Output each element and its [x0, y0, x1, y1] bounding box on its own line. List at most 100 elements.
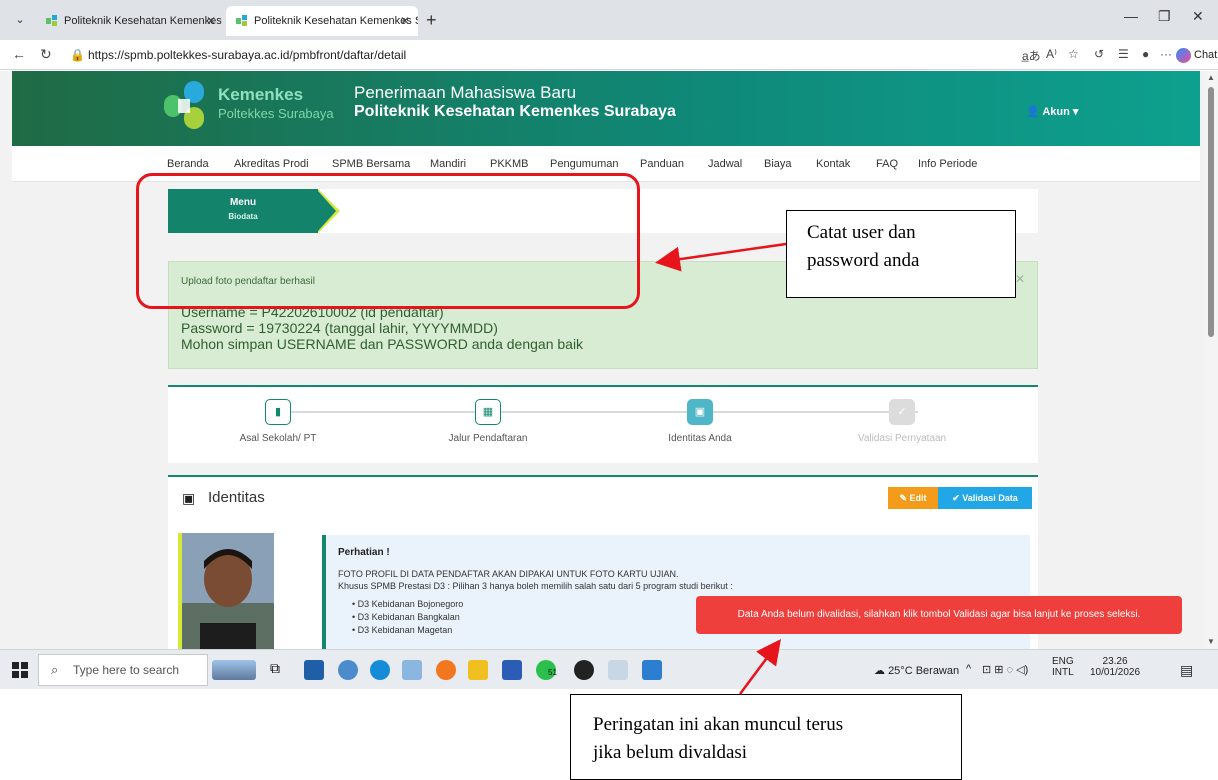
- step-asal-sekolah[interactable]: ▮ Asal Sekolah/ PT: [188, 399, 368, 444]
- callout-line: Peringatan ini akan muncul terus: [593, 714, 844, 735]
- windows-taskbar: ⌕ Type here to search ⧉ 51 ☁ 25°C Berawa…: [0, 649, 1218, 689]
- nav-item-jadwal[interactable]: Jadwal: [708, 158, 742, 170]
- widgets-icon[interactable]: [304, 660, 324, 680]
- callout-line: Catat user dan: [807, 222, 916, 243]
- favorites-bar-icon[interactable]: ☰: [1118, 47, 1129, 61]
- notice-line-2: Khusus SPMB Prestasi D3 : Pilihan 3 hany…: [338, 581, 733, 591]
- step-label: Validasi Pernyataan: [857, 433, 947, 444]
- maximize-icon[interactable]: ❐: [1158, 8, 1171, 25]
- refresh-icon[interactable]: ↻: [40, 46, 52, 63]
- obs-icon[interactable]: [574, 660, 594, 680]
- new-tab-icon[interactable]: +: [426, 10, 437, 31]
- page-scrollbar[interactable]: ▲ ▼: [1204, 71, 1218, 649]
- word-icon[interactable]: [502, 660, 522, 680]
- window-close-icon[interactable]: ✕: [1192, 8, 1204, 25]
- minimize-icon[interactable]: —: [1124, 8, 1138, 24]
- card-title-text: Identitas: [208, 489, 265, 506]
- windows-start-icon[interactable]: [12, 662, 28, 678]
- id-card-icon: ▣: [687, 399, 713, 425]
- cloud-icon: ☁: [874, 665, 885, 677]
- weather-widget[interactable]: ☁ 25°C Berawan: [874, 664, 959, 677]
- tab-close-icon[interactable]: ✕: [206, 6, 216, 36]
- list-item: • D3 Kebidanan Magetan: [352, 625, 453, 635]
- step-label: Jalur Pendaftaran: [448, 433, 528, 444]
- more-options-icon[interactable]: ···: [1160, 47, 1172, 61]
- tab-close-icon[interactable]: ✕: [400, 6, 410, 36]
- account-dropdown[interactable]: 👤 Akun ▾: [1026, 105, 1078, 118]
- nav-item-faq[interactable]: FAQ: [876, 158, 898, 170]
- user-icon: 👤: [1026, 106, 1040, 118]
- step-identitas[interactable]: ▣ Identitas Anda: [610, 399, 790, 444]
- check-icon: ✓: [889, 399, 915, 425]
- language-indicator[interactable]: ENG INTL: [1052, 656, 1074, 678]
- nav-item-spmb-bersama[interactable]: SPMB Bersama: [332, 158, 410, 170]
- tray-overflow-icon[interactable]: ^: [966, 663, 971, 675]
- search-placeholder: Type here to search: [73, 663, 180, 677]
- card-title: ▣ Identitas: [182, 489, 265, 506]
- whatsapp-icon[interactable]: 51: [536, 660, 557, 680]
- nav-item-kontak[interactable]: Kontak: [816, 158, 850, 170]
- sync-icon[interactable]: ↺: [1094, 47, 1104, 61]
- chat-button[interactable]: Chat: [1176, 45, 1217, 65]
- notice-line-1: FOTO PROFIL DI DATA PENDAFTAR AKAN DIPAK…: [338, 569, 679, 579]
- search-highlight-icon[interactable]: [212, 660, 256, 680]
- firefox-icon[interactable]: [436, 660, 456, 680]
- photos-icon[interactable]: [642, 660, 662, 680]
- nav-item-pengumuman[interactable]: Pengumuman: [550, 158, 619, 170]
- scroll-thumb[interactable]: [1208, 87, 1214, 337]
- header-subtitle: Politeknik Kesehatan Kemenkes Surabaya: [354, 103, 676, 120]
- profile-avatar-icon[interactable]: ●: [1142, 47, 1149, 61]
- calendar-icon: ▦: [475, 399, 501, 425]
- nav-item-biaya[interactable]: Biaya: [764, 158, 792, 170]
- tab-actions-icon[interactable]: ⌄: [8, 9, 32, 31]
- nav-item-mandiri[interactable]: Mandiri: [430, 158, 466, 170]
- validasi-data-button[interactable]: ✔ Validasi Data: [938, 487, 1032, 509]
- paint-icon[interactable]: [608, 660, 628, 680]
- nav-item-info-periode[interactable]: Info Periode: [918, 158, 977, 170]
- url-input[interactable]: 🔒 https://spmb.poltekkes-surabaya.ac.id/…: [64, 44, 884, 66]
- nav-item-panduan[interactable]: Panduan: [640, 158, 684, 170]
- nav-item-beranda[interactable]: Beranda: [167, 158, 209, 170]
- clock[interactable]: 23.26 10/01/2026: [1090, 656, 1140, 678]
- favorite-star-icon[interactable]: ☆: [1068, 47, 1079, 61]
- scroll-down-icon[interactable]: ▼: [1207, 637, 1215, 646]
- alert-close-icon[interactable]: ✕: [1015, 272, 1025, 286]
- back-icon[interactable]: ←: [12, 46, 26, 62]
- folder-icon[interactable]: [468, 660, 488, 680]
- translate-icon[interactable]: a̲あ: [1022, 47, 1041, 64]
- edit-button[interactable]: ✎ Edit: [888, 487, 938, 509]
- id-card-icon: ▣: [182, 490, 196, 506]
- address-bar: ← ↻ 🔒 https://spmb.poltekkes-surabaya.ac…: [0, 40, 1218, 70]
- site-header: Kemenkes Poltekkes Surabaya Penerimaan M…: [12, 71, 1200, 146]
- tray-icons[interactable]: ⊡ ⊞ ◌ ◁): [982, 663, 1028, 676]
- edge-icon[interactable]: [370, 660, 390, 680]
- scroll-up-icon[interactable]: ▲: [1207, 73, 1215, 82]
- copilot-icon: [1176, 48, 1191, 63]
- browser-tab-1[interactable]: Politeknik Kesehatan Kemenkes Su ✕: [36, 6, 224, 36]
- read-aloud-icon[interactable]: A⁾: [1046, 47, 1057, 61]
- document-icon: ▮: [265, 399, 291, 425]
- callout-note-1: Catat user dan password anda: [786, 210, 1016, 298]
- step-jalur-pendaftaran[interactable]: ▦ Jalur Pendaftaran: [398, 399, 578, 444]
- logo-name: Kemenkes: [218, 85, 304, 104]
- file-explorer-icon[interactable]: [402, 660, 422, 680]
- notice-title: Perhatian !: [338, 547, 390, 558]
- search-icon: ⌕: [51, 662, 59, 677]
- taskbar-search-input[interactable]: ⌕ Type here to search: [38, 654, 208, 686]
- account-label: Akun: [1042, 106, 1070, 118]
- validasi-label: Validasi Data: [962, 493, 1018, 503]
- chat-label: Chat: [1194, 49, 1218, 61]
- nav-item-akreditas[interactable]: Akreditas Prodi: [234, 158, 309, 170]
- alert-note: Mohon simpan USERNAME dan PASSWORD anda …: [181, 336, 584, 352]
- callout-line: password anda: [807, 250, 920, 271]
- tab-title: Politeknik Kesehatan Kemenkes Su: [64, 15, 224, 27]
- favicon-icon: [46, 15, 57, 26]
- logo-subname: Poltekkes Surabaya: [218, 106, 334, 121]
- notification-icon[interactable]: ▤: [1180, 662, 1193, 679]
- chrome-like-icon[interactable]: [338, 660, 358, 680]
- task-view-icon[interactable]: ⧉: [270, 660, 290, 680]
- alert-password: Password = 19730224 (tanggal lahir, YYYY…: [181, 320, 498, 336]
- nav-item-pkkmb[interactable]: PKKMB: [490, 158, 529, 170]
- caret-down-icon: ▾: [1072, 106, 1079, 118]
- browser-tab-2[interactable]: Politeknik Kesehatan Kemenkes Su ✕: [226, 6, 418, 36]
